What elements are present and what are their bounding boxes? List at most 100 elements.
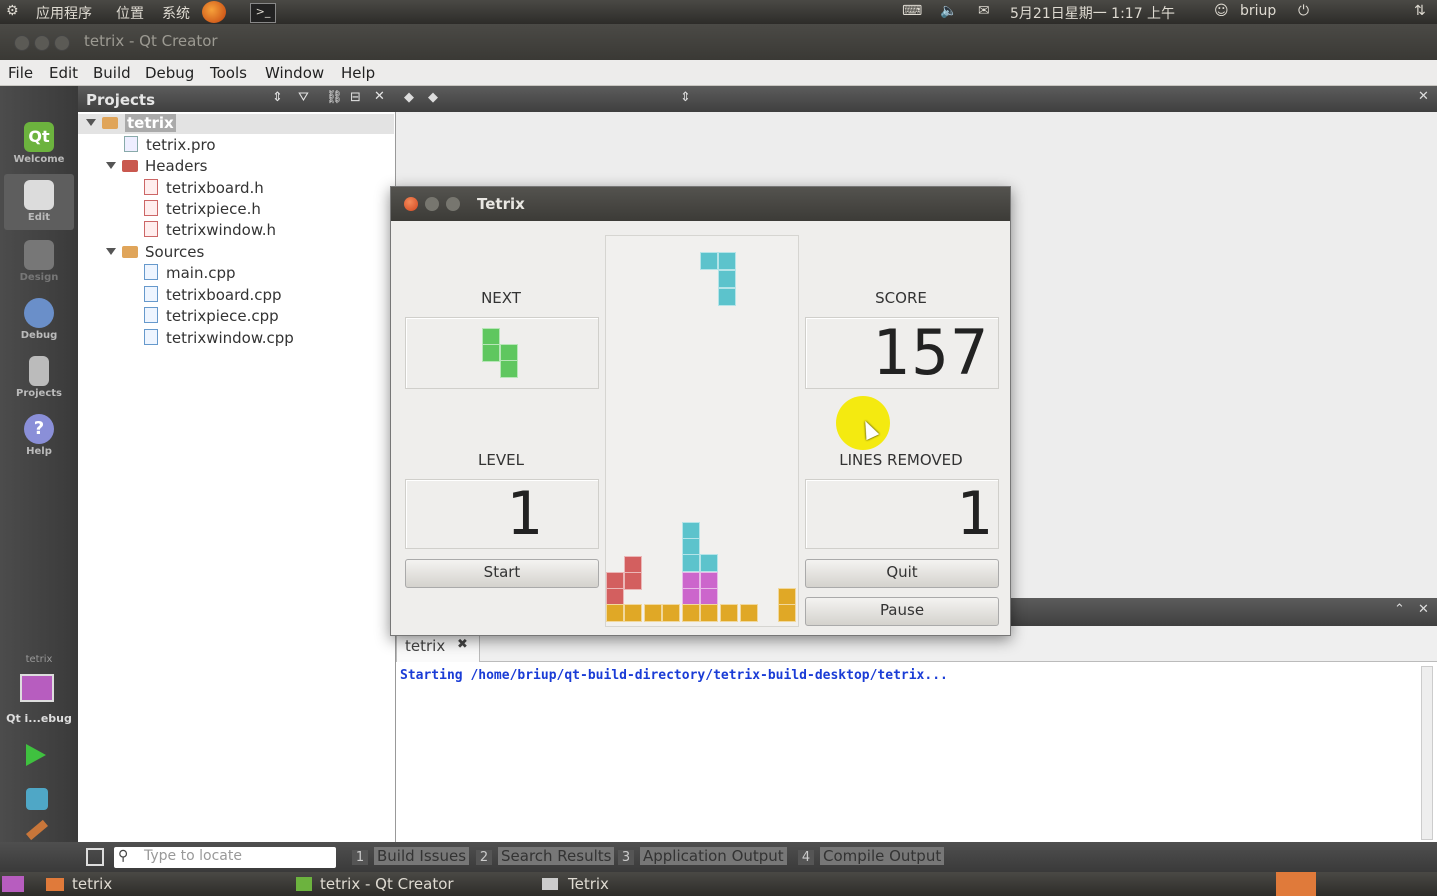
expand-arrow-icon[interactable]: [106, 162, 116, 169]
tab-search-results[interactable]: 2 Search Results: [476, 847, 615, 868]
run-icon[interactable]: [26, 744, 46, 766]
tree-item-header[interactable]: tetrixpiece.h: [144, 200, 261, 220]
tab-application-output[interactable]: 3 Application Output: [618, 847, 787, 868]
tree-item-header[interactable]: tetrixboard.h: [144, 179, 264, 199]
application-output[interactable]: Starting /home/briup/qt-build-directory/…: [396, 662, 1437, 842]
network-icon[interactable]: ⇅: [1414, 3, 1426, 19]
minimize-window-button[interactable]: [34, 35, 50, 51]
ubuntu-logo-icon[interactable]: ⚙: [6, 3, 19, 19]
menu-window[interactable]: Window: [265, 64, 324, 82]
close-pane-icon[interactable]: ✕: [374, 89, 385, 104]
mode-projects[interactable]: Projects: [4, 350, 74, 406]
locate-input[interactable]: ⚲ Type to locate: [114, 847, 336, 868]
maximize-output-icon[interactable]: ⌃: [1394, 602, 1405, 617]
close-window-button[interactable]: [14, 35, 30, 51]
mode-help[interactable]: ? Help: [4, 408, 74, 464]
close-editor-icon[interactable]: ✕: [1418, 89, 1429, 104]
close-tab-icon[interactable]: ✖: [457, 637, 468, 652]
tetrix-titlebar: Tetrix: [391, 187, 1010, 221]
maximize-window-button[interactable]: [54, 35, 70, 51]
document-selector-icon[interactable]: ⇕: [680, 90, 691, 105]
clock-text[interactable]: 5月21日星期一 1:17 上午: [1010, 3, 1175, 23]
tree-item-header[interactable]: tetrixwindow.h: [144, 221, 276, 241]
menu-edit[interactable]: Edit: [49, 64, 78, 82]
tree-item-headers[interactable]: Headers: [106, 157, 207, 177]
menu-help[interactable]: Help: [341, 64, 375, 82]
projects-icon: [29, 356, 49, 386]
header-file-icon: [144, 179, 158, 195]
target-selector-icon[interactable]: [20, 674, 54, 702]
project-tree: tetrix tetrix.pro Headers tetrixboard.h …: [78, 112, 396, 842]
pause-button[interactable]: Pause: [805, 597, 999, 626]
mode-design[interactable]: Design: [4, 234, 74, 290]
help-icon: ?: [24, 414, 54, 444]
firefox-icon[interactable]: [202, 1, 226, 23]
lines-removed-value: 1: [955, 479, 992, 549]
back-arrow-icon[interactable]: ◆: [404, 90, 414, 105]
forward-arrow-icon[interactable]: ◆: [428, 90, 438, 105]
window-titlebar: tetrix - Qt Creator: [0, 24, 1437, 60]
level-value: 1: [505, 479, 542, 549]
power-icon[interactable]: ⏻: [1298, 3, 1309, 19]
debug-run-icon[interactable]: [26, 788, 48, 810]
mail-icon[interactable]: ✉: [978, 3, 990, 19]
places-menu[interactable]: 位置: [116, 3, 144, 23]
status-bar: ⚲ Type to locate 1 Build Issues 2 Search R…: [0, 842, 1437, 872]
tree-item-source[interactable]: tetrixpiece.cpp: [144, 307, 279, 327]
tree-root[interactable]: tetrix: [78, 114, 394, 134]
taskbar-item-tetrix-game[interactable]: Tetrix: [568, 875, 609, 893]
tab-build-issues[interactable]: 1 Build Issues: [352, 847, 470, 868]
menu-build[interactable]: Build: [93, 64, 131, 82]
tree-item-source[interactable]: tetrixwindow.cpp: [144, 329, 294, 349]
tree-item-source[interactable]: tetrixboard.cpp: [144, 286, 282, 306]
level-label: LEVEL: [478, 451, 524, 469]
menu-debug[interactable]: Debug: [145, 64, 194, 82]
tree-item-pro[interactable]: tetrix.pro: [124, 136, 216, 156]
output-scrollbar[interactable]: [1421, 666, 1433, 840]
sources-folder-icon: [122, 246, 138, 258]
keyboard-icon[interactable]: ⌨: [902, 3, 922, 19]
view-selector-icon[interactable]: ⇕: [272, 90, 283, 105]
projects-header: Projects ⇕ ⛛ ⛓ ⊟ ✕: [78, 86, 396, 112]
top-panel: ⚙ 应用程序 位置 系统 >_ ⌨ 🔈 ✉ 5月21日星期一 1:17 上午 ☺…: [0, 0, 1437, 24]
tetrix-close-button[interactable]: [404, 197, 418, 211]
score-display: 157: [805, 317, 999, 389]
volume-icon[interactable]: 🔈: [940, 3, 957, 19]
close-output-icon[interactable]: ✕: [1418, 602, 1429, 617]
quit-button[interactable]: Quit: [805, 559, 999, 588]
tree-item-source[interactable]: main.cpp: [144, 264, 236, 284]
applications-menu[interactable]: 应用程序: [36, 3, 92, 23]
tree-item-sources[interactable]: Sources: [106, 243, 204, 263]
link-icon[interactable]: ⛓: [326, 90, 343, 105]
score-label: SCORE: [875, 289, 927, 307]
mode-debug[interactable]: Debug: [4, 292, 74, 348]
lines-removed-label: LINES REMOVED: [839, 451, 963, 469]
start-button[interactable]: Start: [405, 559, 599, 588]
system-menu[interactable]: 系统: [162, 3, 190, 23]
project-folder-icon: [102, 117, 118, 129]
build-hammer-icon[interactable]: [26, 819, 48, 841]
tab-compile-output[interactable]: 4 Compile Output: [798, 847, 945, 868]
toggle-sidebar-icon[interactable]: [86, 848, 104, 866]
taskbar-item-tetrix-folder[interactable]: tetrix: [72, 875, 112, 893]
window-icon: [542, 878, 558, 890]
qt-logo-icon: Qt: [24, 122, 54, 152]
tetrix-minimize-button[interactable]: [425, 197, 439, 211]
show-desktop-icon[interactable]: [2, 876, 24, 892]
cpp-file-icon: [144, 329, 158, 345]
menu-tools[interactable]: Tools: [210, 64, 247, 82]
menubar: File Edit Build Debug Tools Window Help: [0, 60, 1437, 86]
taskbar: tetrix tetrix - Qt Creator Tetrix: [0, 872, 1437, 896]
workspace-switcher[interactable]: [1276, 872, 1316, 896]
expand-arrow-icon[interactable]: [86, 119, 96, 126]
terminal-icon[interactable]: >_: [250, 3, 276, 23]
menu-file[interactable]: File: [8, 64, 33, 82]
taskbar-item-qtcreator[interactable]: tetrix - Qt Creator: [320, 875, 454, 893]
user-name[interactable]: briup: [1240, 3, 1276, 19]
mode-welcome[interactable]: Qt Welcome: [4, 116, 74, 172]
filter-icon[interactable]: ⛛: [298, 90, 309, 105]
expand-arrow-icon[interactable]: [106, 248, 116, 255]
tetrix-maximize-button[interactable]: [446, 197, 460, 211]
mode-edit[interactable]: Edit: [4, 174, 74, 230]
split-icon[interactable]: ⊟: [350, 90, 361, 105]
